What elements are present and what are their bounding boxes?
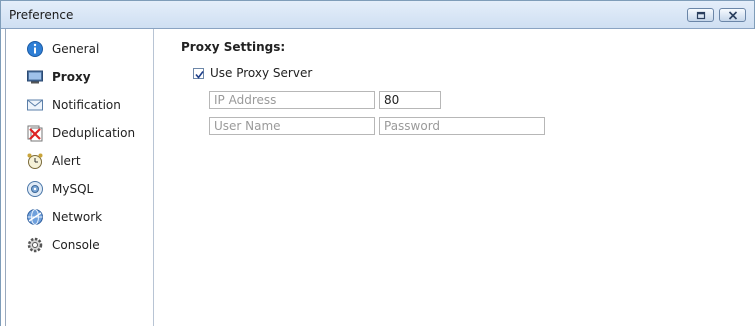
use-proxy-row[interactable]: Use Proxy Server xyxy=(193,66,312,80)
window-title: Preference xyxy=(9,8,74,22)
sidebar-item-label: Network xyxy=(52,210,103,224)
sidebar-item-label: General xyxy=(52,42,100,56)
sidebar-item-label: Console xyxy=(52,238,100,252)
sidebar-item-label: Notification xyxy=(52,98,121,112)
dedup-icon xyxy=(27,125,43,142)
sidebar-item-notification[interactable]: Notification xyxy=(26,95,146,115)
sidebar-item-label: Proxy xyxy=(52,70,91,84)
database-icon xyxy=(27,181,43,197)
use-proxy-label: Use Proxy Server xyxy=(210,66,313,80)
sidebar-item-label: Alert xyxy=(52,154,81,168)
info-icon xyxy=(27,41,43,57)
close-button[interactable] xyxy=(719,8,746,22)
sidebar-item-network[interactable]: Network xyxy=(26,207,146,227)
envelope-icon xyxy=(27,99,43,111)
sidebar-item-general[interactable]: General xyxy=(26,39,146,59)
port-input[interactable] xyxy=(379,91,441,109)
password-input[interactable] xyxy=(379,117,545,135)
sidebar-item-label: Deduplication xyxy=(52,126,136,140)
preference-window: Preference General Proxy Notification De… xyxy=(0,0,755,326)
sidebar: General Proxy Notification Deduplication… xyxy=(6,29,154,326)
alarm-clock-icon xyxy=(27,153,43,169)
title-bar[interactable]: Preference xyxy=(1,1,754,29)
monitor-icon xyxy=(27,70,43,84)
preference-body: General Proxy Notification Deduplication… xyxy=(5,29,755,326)
proxy-settings-panel: Proxy Settings: Use Proxy Server xyxy=(154,29,754,326)
section-title: Proxy Settings: xyxy=(181,40,286,54)
sidebar-item-proxy[interactable]: Proxy xyxy=(26,67,146,87)
checkmark-icon xyxy=(195,70,204,79)
close-icon xyxy=(728,11,738,20)
sidebar-item-mysql[interactable]: MySQL xyxy=(26,179,146,199)
restore-button[interactable] xyxy=(687,8,714,22)
gear-icon xyxy=(27,237,43,253)
sidebar-item-console[interactable]: Console xyxy=(26,235,146,255)
restore-icon xyxy=(696,11,706,20)
ip-address-input[interactable] xyxy=(209,91,375,109)
sidebar-item-alert[interactable]: Alert xyxy=(26,151,146,171)
network-globe-icon xyxy=(27,209,43,225)
sidebar-item-deduplication[interactable]: Deduplication xyxy=(26,123,146,143)
sidebar-item-label: MySQL xyxy=(52,182,94,196)
username-input[interactable] xyxy=(209,117,375,135)
use-proxy-checkbox[interactable] xyxy=(193,67,204,79)
